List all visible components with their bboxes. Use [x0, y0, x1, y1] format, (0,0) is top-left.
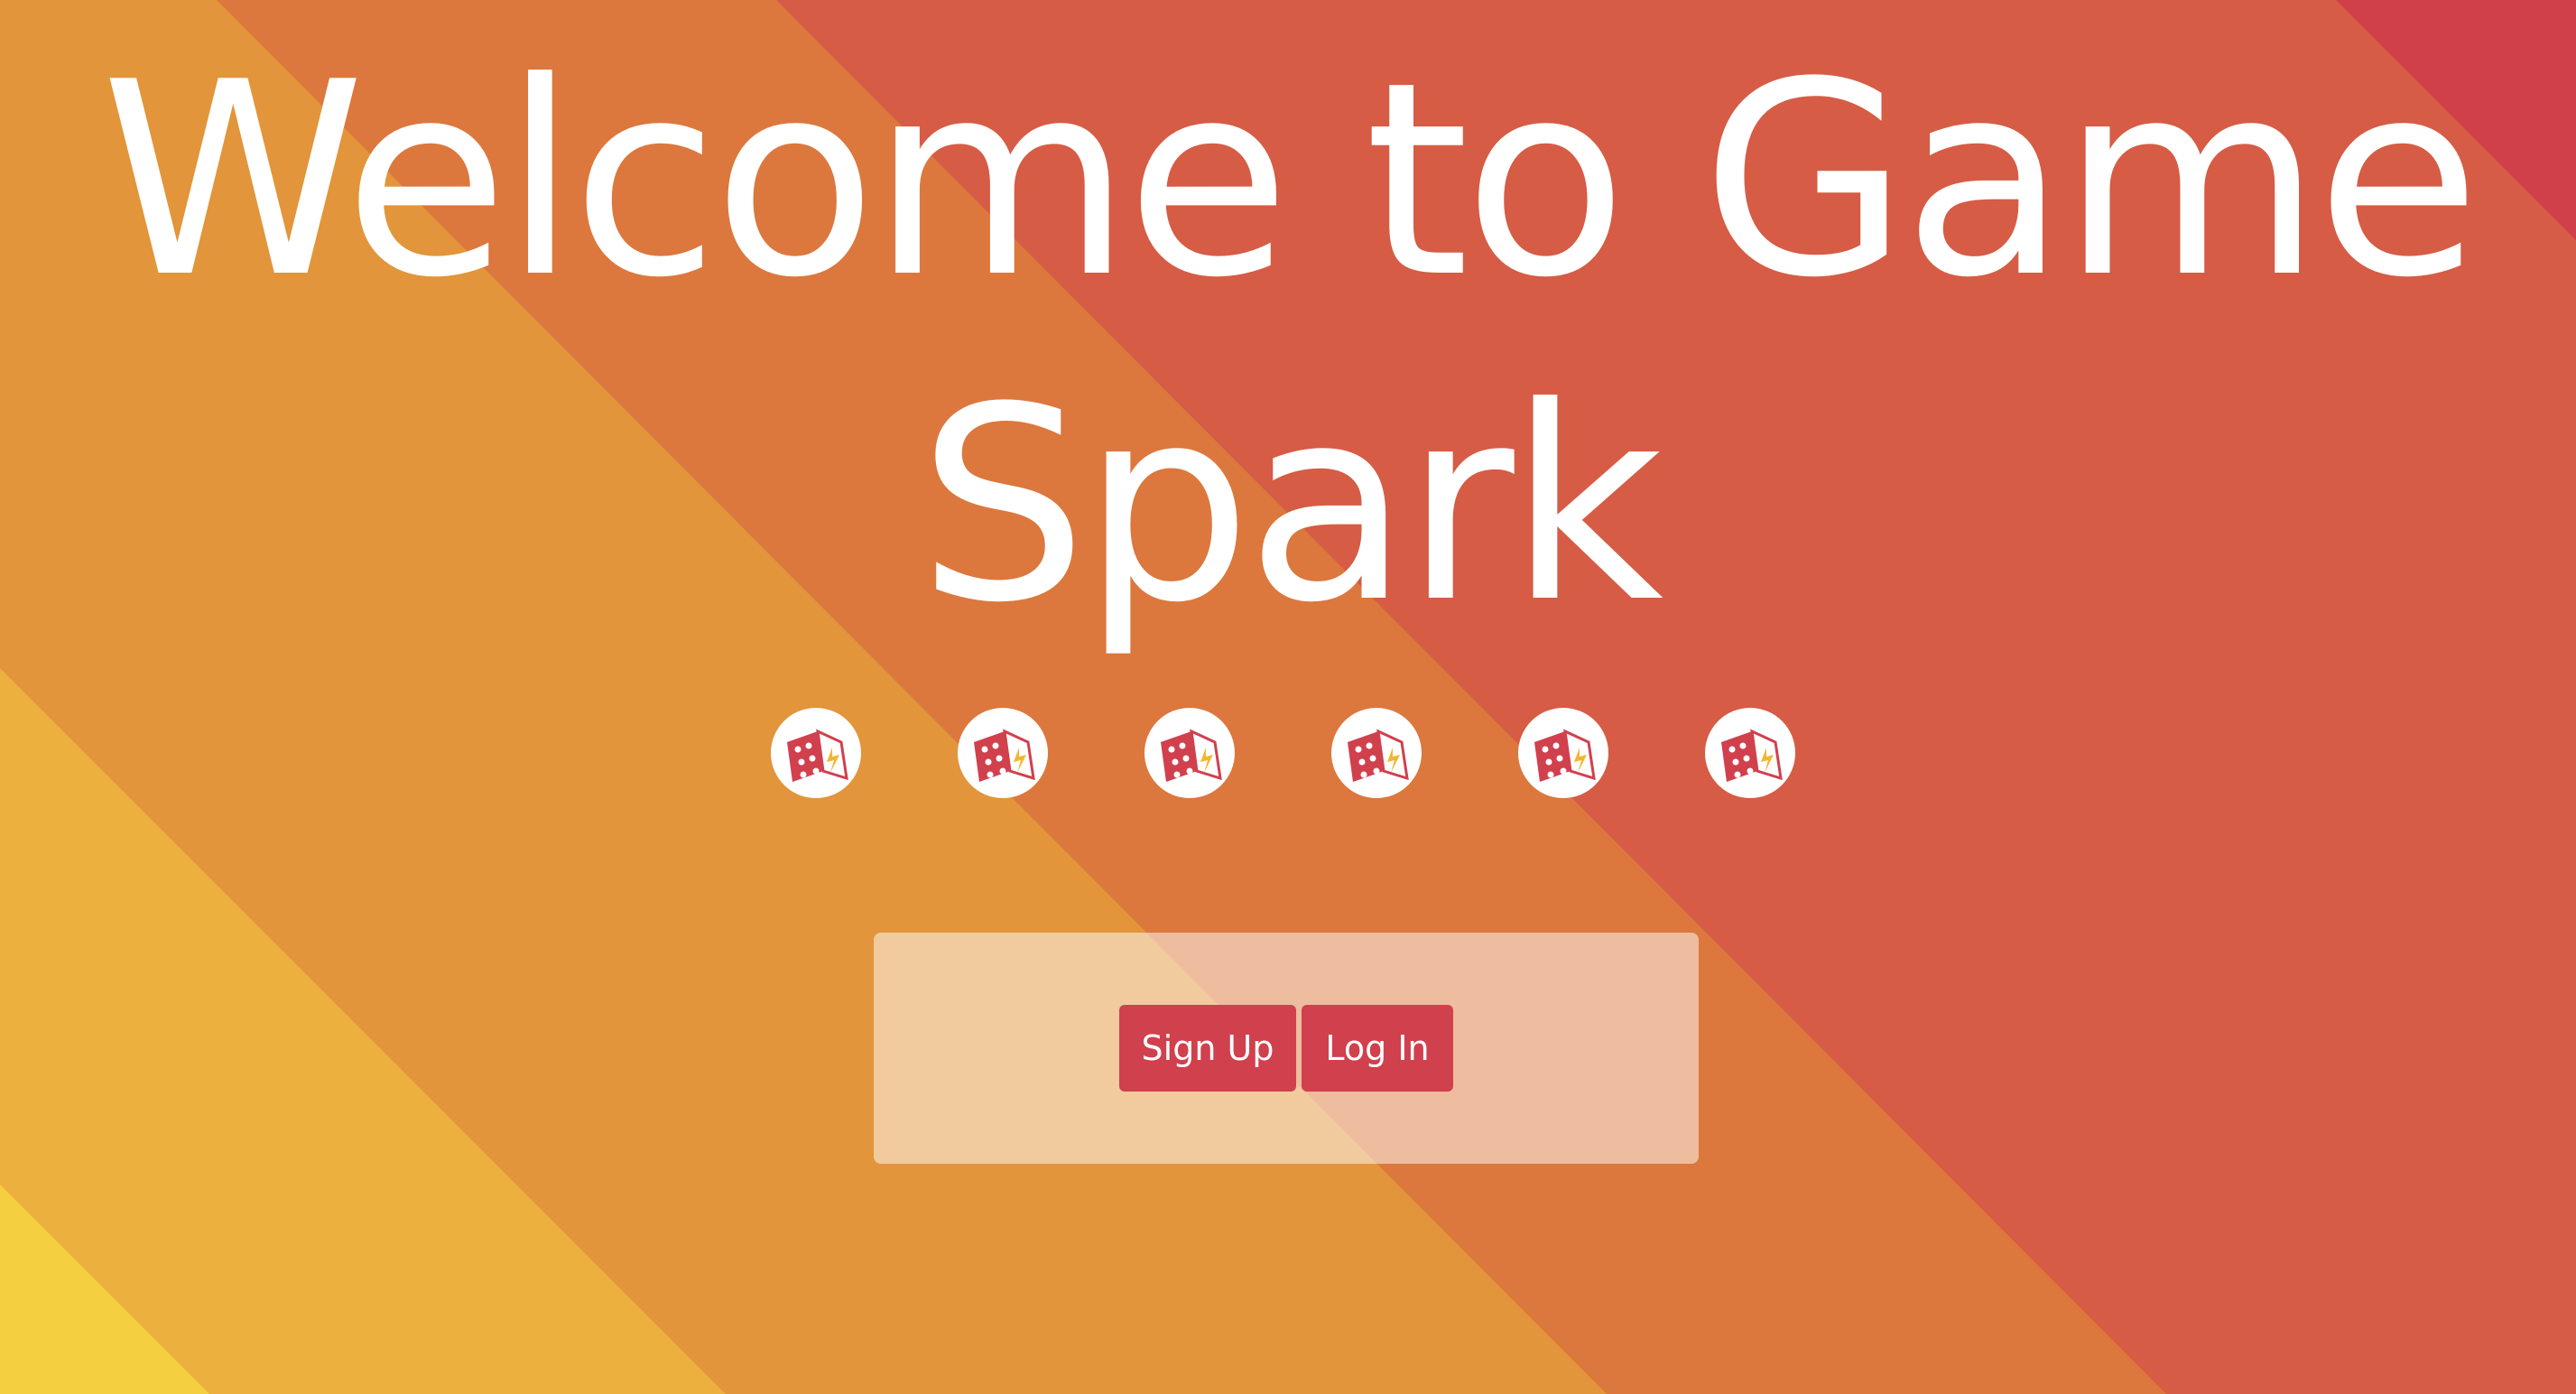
dice-spark-icon — [1331, 708, 1422, 798]
dice-spark-icon — [771, 708, 861, 798]
auth-panel: Sign Up Log In — [874, 933, 1699, 1164]
title-line-1: Welcome to Game — [100, 24, 2481, 336]
dice-spark-icon — [1518, 708, 1608, 798]
dice-row — [771, 708, 1800, 802]
dice-spark-icon — [958, 708, 1048, 798]
title-line-2: Spark — [917, 349, 1663, 661]
log-in-button[interactable]: Log In — [1302, 1005, 1453, 1092]
page-title: Welcome to Game Spark — [0, 18, 2576, 668]
dice-spark-icon — [1144, 708, 1235, 798]
sign-up-button[interactable]: Sign Up — [1119, 1005, 1296, 1092]
dice-spark-icon — [1705, 708, 1795, 798]
